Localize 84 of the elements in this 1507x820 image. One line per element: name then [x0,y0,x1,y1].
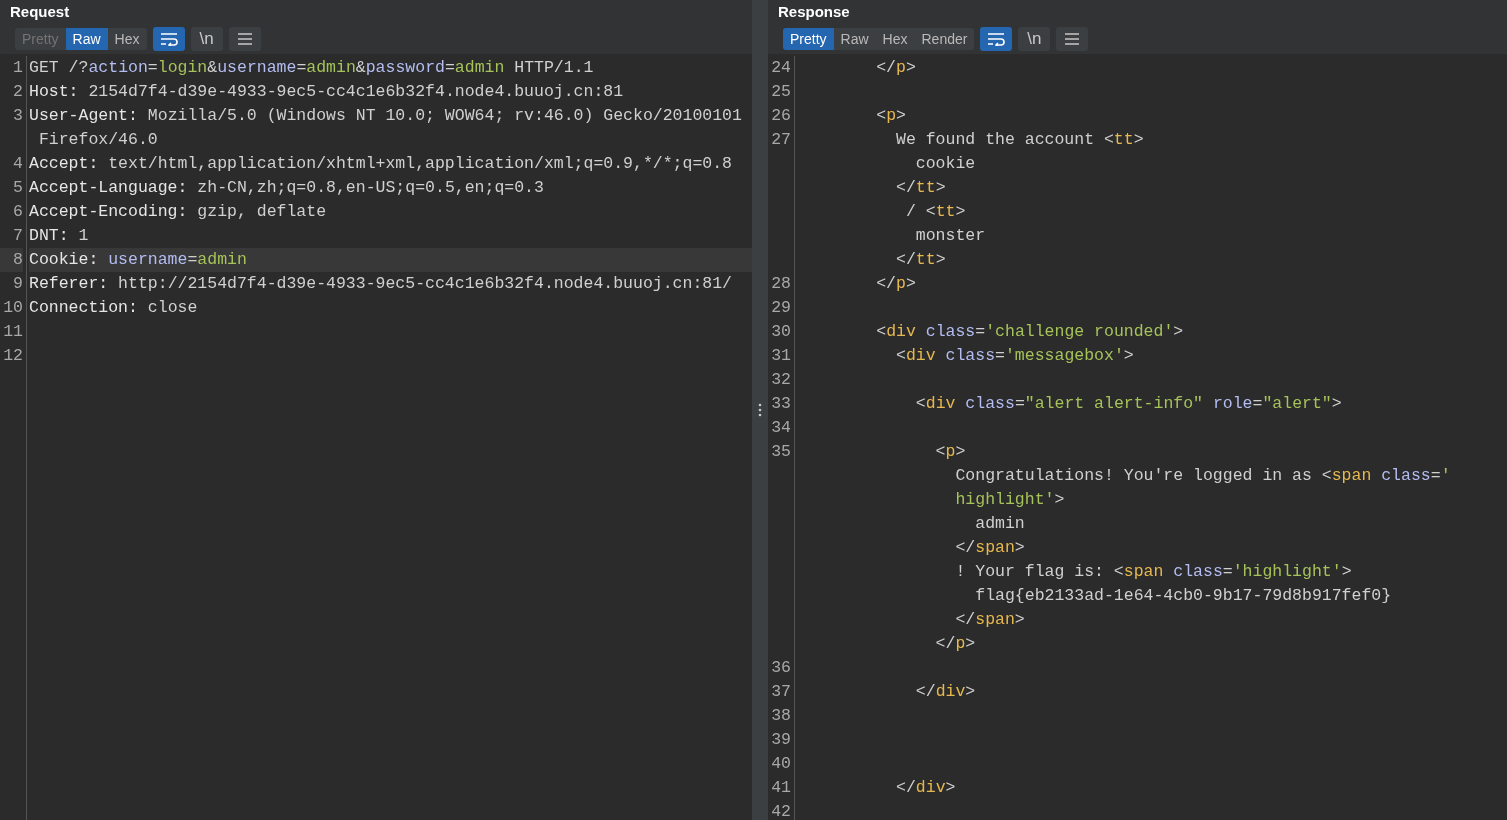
line-number: 33 [771,394,791,413]
view-tab[interactable]: Raw [65,28,108,50]
code-line: Referer: http://2154d7f4-d39e-4933-9ec5-cc4c1e6b32f4.node4.buuoj.cn:81/ [29,274,733,293]
wrap-button[interactable] [980,27,1013,51]
code-line: </p> [875,58,916,77]
line-number: 1 [13,58,23,77]
code-line: Firefox/46.0 [37,130,158,149]
line-number: 5 [13,178,23,197]
line-number: 25 [771,82,791,101]
code-line: Congratulations! You're logged in as <span class=' [954,466,1451,485]
code-line: User-Agent: Mozilla/5.0 (Windows NT 10.0; WOW64; rv:46.0) Gecko/20100101 [29,106,742,125]
newline-button[interactable]: \n [1018,27,1051,51]
wrap-icon[interactable] [159,32,178,46]
wrap-icon[interactable] [987,32,1006,46]
code-line: <div class='challenge rounded'> [875,322,1184,341]
line-number: 36 [771,658,791,677]
line-number: 9 [13,274,23,293]
line-number: 10 [3,298,23,317]
code-line: Accept: text/html,application/xhtml+xml,application/xml;q=0.9,*/*;q=0.8 [29,154,732,173]
line-number: 34 [771,418,791,437]
code-line: </div> [914,682,976,701]
line-number: 26 [771,106,791,125]
code-line: / <tt> [904,202,966,221]
code-line: Accept-Language: zh-CN,zh;q=0.8,en-US;q=0.5,en;q=0.3 [29,178,544,197]
wrap-button[interactable] [152,27,185,51]
pane-title: Request [10,5,70,18]
view-tab[interactable]: Pretty [783,28,834,50]
drag-handle-icon[interactable] [758,403,762,417]
line-number: 39 [771,730,791,749]
view-tab[interactable]: Hex [875,28,915,50]
code-line: ! Your flag is: <span class='highlight'> [954,562,1352,581]
line-number: 12 [3,346,23,365]
menu-button[interactable] [228,27,261,51]
code-line: </p> [934,634,976,653]
line-number: 42 [771,802,791,820]
code-line: admin [974,514,1025,533]
pane-title: Response [778,5,850,18]
line-number: 11 [3,322,23,341]
code-line: <p> [875,106,906,125]
code-line: Accept-Encoding: gzip, deflate [29,202,327,221]
code-line: DNT: 1 [29,226,89,245]
line-number: 28 [771,274,791,293]
line-number: 2 [13,82,23,101]
menu-icon[interactable] [235,32,254,46]
code-line: </span> [954,538,1025,557]
code-line: <div class="alert alert-info" role="alert"> [914,394,1342,413]
code-line: We found the account <tt> [895,130,1144,149]
code-line: GET /?action=login&username=admin&password=admin HTTP/1.1 [29,58,594,77]
line-number: 41 [771,778,791,797]
code-line: cookie [914,154,976,173]
menu-icon[interactable] [1063,32,1082,46]
code-line: Host: 2154d7f4-d39e-4933-9ec5-cc4c1e6b32f4.node4.buuoj.cn:81 [29,82,624,101]
code-line: Connection: close [29,298,198,317]
line-number: 7 [13,226,23,245]
menu-button[interactable] [1056,27,1089,51]
code-line: </tt> [895,250,946,269]
code-line: highlight'> [954,490,1065,509]
code-line: Cookie: username=admin [29,250,247,269]
line-number: 3 [13,106,23,125]
line-number: 4 [13,154,23,173]
line-number: 38 [771,706,791,725]
line-number: 30 [771,322,791,341]
line-number: 8 [13,250,23,269]
code-line: </tt> [895,178,946,197]
line-number: 31 [771,346,791,365]
code-line: </p> [875,274,916,293]
view-tab[interactable]: Raw [833,28,876,50]
line-number: 35 [771,442,791,461]
code-line: </span> [954,610,1025,629]
line-number: 40 [771,754,791,773]
newline-button[interactable]: \n [190,27,223,51]
view-tab[interactable]: Render [914,28,975,50]
code-line: monster [914,226,986,245]
code-line: <p> [934,442,966,461]
line-number: 6 [13,202,23,221]
view-tab[interactable]: Hex [107,28,147,50]
line-number: 32 [771,370,791,389]
code-line: </div> [895,778,956,797]
code-line: <div class='messagebox'> [895,346,1134,365]
line-number: 24 [771,58,791,77]
line-number: 29 [771,298,791,317]
line-number: 37 [771,682,791,701]
line-number: 27 [771,130,791,149]
code-line: flag{eb2133ad-1e64-4cb0-9b17-79d8b917fef0} [974,586,1392,605]
